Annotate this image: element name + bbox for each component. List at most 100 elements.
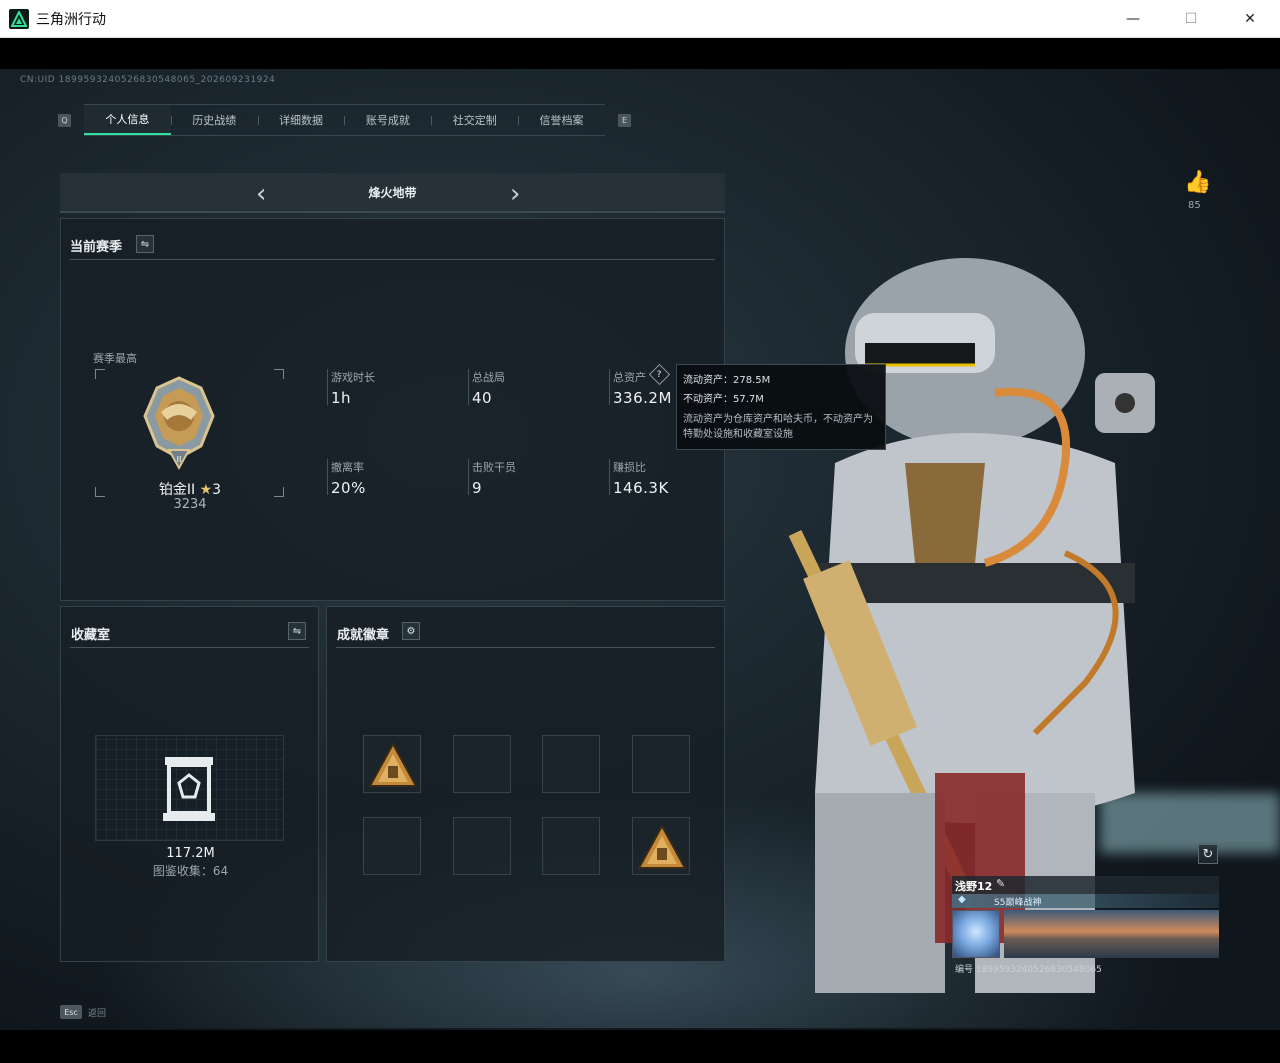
- collection-value: 117.2M: [166, 846, 215, 861]
- season-divider: [70, 259, 715, 260]
- triangle-badge-icon: [637, 823, 687, 869]
- collection-count: 图鉴收集：64: [152, 864, 229, 878]
- season-panel: 当前赛季 ⇋ 赛季最高 II 铂金II ★3 3234 游戏时长 1h 总战局 …: [60, 218, 725, 601]
- frame-corner: [274, 487, 284, 497]
- badge-slot[interactable]: [542, 735, 600, 793]
- refresh-icon[interactable]: ↻: [1198, 844, 1218, 864]
- collection-panel: 收藏室 ⇋ 117.2M 图鉴收集：64: [60, 606, 319, 962]
- mode-next-icon[interactable]: ›: [510, 179, 520, 209]
- tooltip-fixed-assets: 不动资产：57.7M: [683, 394, 764, 405]
- thumbs-up-icon[interactable]: 👍: [1184, 170, 1211, 195]
- stat-separator: [327, 459, 328, 495]
- minimize-button[interactable]: —: [1104, 0, 1162, 38]
- frame-corner: [95, 369, 105, 379]
- stat-value-kills: 9: [472, 479, 483, 497]
- gear-icon: ⚙: [406, 625, 416, 637]
- window-title: 三角洲行动: [36, 11, 106, 28]
- rank-line: 铂金II ★3: [141, 479, 239, 499]
- mode-prev-icon[interactable]: ‹: [256, 179, 266, 209]
- frame-corner: [95, 487, 105, 497]
- mode-selector: ‹ 烽火地带 ›: [60, 173, 725, 213]
- assets-tooltip: 流动资产：278.5M 不动资产：57.7M 流动资产为仓库资产和哈夫币，不动资…: [676, 364, 886, 450]
- season-best-label: 赛季最高: [93, 352, 137, 365]
- tooltip-liquid-assets: 流动资产：278.5M: [683, 375, 771, 386]
- mode-title: 烽火地带: [368, 185, 417, 200]
- svg-text:II: II: [177, 455, 182, 464]
- close-button[interactable]: ✕: [1221, 0, 1279, 38]
- player-title: S5巅峰战神: [994, 898, 1042, 908]
- stat-label-matches: 总战局: [472, 371, 505, 384]
- assets-help-icon[interactable]: ?: [648, 363, 671, 386]
- player-title-row: ◆ S5巅峰战神: [952, 894, 1219, 908]
- tab-details[interactable]: 详细数据: [257, 105, 345, 135]
- collection-heading: 收藏室: [71, 628, 111, 643]
- collection-vault-icon: [161, 755, 217, 823]
- collection-swap-button[interactable]: ⇋: [288, 622, 306, 640]
- stat-value-playtime: 1h: [331, 389, 352, 407]
- achievements-panel: 成就徽章 ⚙: [326, 606, 725, 962]
- app-logo-icon: [9, 8, 29, 29]
- tab-left-key[interactable]: Q: [58, 113, 71, 127]
- stat-label-kills: 击败干员: [472, 461, 516, 474]
- profile-tabs: Q 个人信息 历史战绩 详细数据 账号成就 社交定制 信誉档案 E: [58, 104, 638, 136]
- tab-achievements[interactable]: 账号成就: [344, 105, 431, 135]
- stat-value-matches: 40: [472, 389, 493, 407]
- stat-value-assets: 336.2M: [613, 389, 672, 407]
- player-avatar[interactable]: [952, 910, 1000, 958]
- badge-slot[interactable]: [632, 817, 690, 875]
- likes-count: 85: [1188, 200, 1201, 211]
- tab-history[interactable]: 历史战绩: [170, 105, 258, 135]
- badge-slot[interactable]: [363, 735, 421, 793]
- collection-divider: [70, 647, 309, 648]
- player-id: 编号 1899593240526830548065: [955, 965, 1102, 975]
- frame-corner: [274, 369, 284, 379]
- rank-stars: 3: [212, 482, 222, 498]
- achievements-settings-button[interactable]: ⚙: [402, 622, 420, 640]
- stat-label-profit-ratio: 赚损比: [613, 461, 646, 474]
- rank-score: 3234: [173, 497, 207, 512]
- esc-key-icon: Esc: [60, 1005, 82, 1019]
- player-card[interactable]: 浅野12 ✎ ◆ S5巅峰战神 编号 189959324052683054806…: [952, 876, 1219, 976]
- stat-value-extract-rate: 20%: [331, 479, 366, 497]
- tab-right-key[interactable]: E: [618, 113, 631, 127]
- maximize-button[interactable]: ☐: [1162, 0, 1220, 38]
- uid-text: CN:UID 1899593240526830548065_2026092319…: [20, 75, 276, 85]
- stat-label-assets: 总资产: [613, 371, 646, 384]
- stat-label-playtime: 游戏时长: [331, 371, 375, 384]
- stat-label-extract-rate: 撤离率: [331, 461, 364, 474]
- tooltip-description: 流动资产为仓库资产和哈夫币，不动资产为特勤处设施和收藏室设施: [683, 414, 873, 440]
- player-banner: [1004, 910, 1219, 958]
- achievements-divider: [336, 647, 715, 648]
- rank-emblem-icon: II: [141, 376, 217, 472]
- season-swap-button[interactable]: ⇋: [136, 235, 154, 253]
- stat-separator: [609, 459, 610, 495]
- title-gem-icon: ◆: [958, 894, 966, 905]
- achievements-heading: 成就徽章: [337, 628, 390, 643]
- letterbox-top: [0, 38, 1280, 69]
- badge-slot[interactable]: [363, 817, 421, 875]
- tab-reputation[interactable]: 信誉档案: [518, 105, 605, 135]
- tab-social[interactable]: 社交定制: [431, 105, 518, 135]
- triangle-badge-icon: [368, 741, 418, 787]
- season-heading: 当前赛季: [70, 240, 123, 255]
- esc-hint[interactable]: Esc 返回: [60, 1002, 106, 1022]
- game-viewport: CN:UID 1899593240526830548065_2026092319…: [0, 38, 1280, 1030]
- rank-name: 铂金II: [158, 482, 196, 498]
- player-name: 浅野12: [955, 880, 993, 893]
- esc-label: 返回: [88, 1008, 107, 1019]
- badge-slot[interactable]: [632, 735, 690, 793]
- tab-strip: 个人信息 历史战绩 详细数据 账号成就 社交定制 信誉档案: [84, 104, 605, 136]
- badge-slot[interactable]: [542, 817, 600, 875]
- stat-separator: [609, 369, 610, 405]
- badge-slot[interactable]: [453, 735, 511, 793]
- badge-slot[interactable]: [453, 817, 511, 875]
- stat-separator: [468, 369, 469, 405]
- rank-star-icon: ★: [199, 482, 213, 498]
- player-name-row: 浅野12 ✎: [952, 876, 1219, 894]
- stat-separator: [327, 369, 328, 405]
- stat-value-profit-ratio: 146.3K: [613, 479, 669, 497]
- tab-personal-info[interactable]: 个人信息: [84, 105, 171, 135]
- window-titlebar: 三角洲行动 — ☐ ✕: [0, 0, 1280, 38]
- stat-separator: [468, 459, 469, 495]
- edit-name-icon[interactable]: ✎: [996, 877, 1005, 890]
